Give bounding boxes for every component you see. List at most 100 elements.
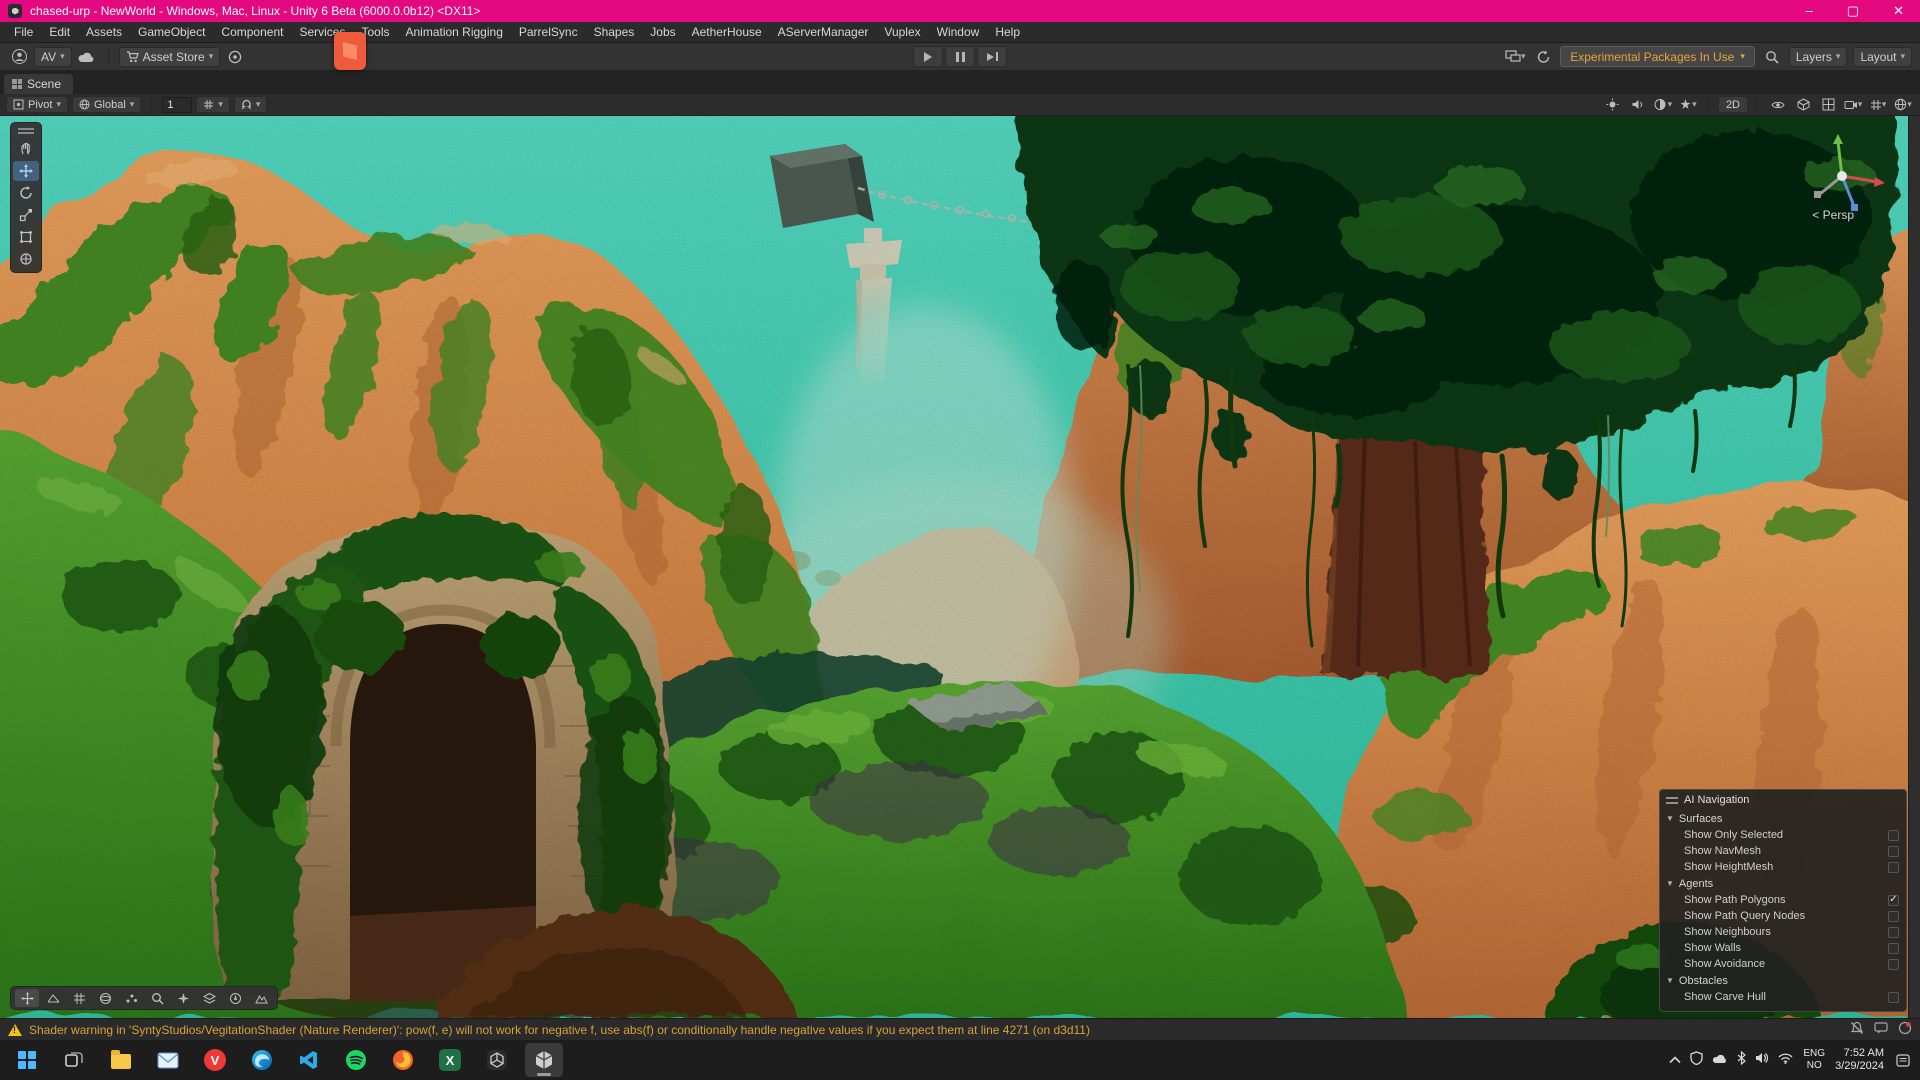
grid-snap-dropdown[interactable]: ▾ xyxy=(196,96,230,113)
shading-mode-icon[interactable] xyxy=(1792,96,1814,113)
zoom-icon[interactable] xyxy=(145,989,169,1007)
sphere-view-icon[interactable] xyxy=(93,989,117,1007)
menu-edit[interactable]: Edit xyxy=(41,22,78,43)
toggle-show-navmesh[interactable]: Show NavMesh xyxy=(1660,843,1906,859)
toggle-show-avoidance[interactable]: Show Avoidance xyxy=(1660,956,1906,972)
file-explorer-icon[interactable] xyxy=(102,1043,140,1077)
checkbox[interactable] xyxy=(1888,959,1899,970)
panel-drag-handle[interactable] xyxy=(1666,797,1678,804)
firefox-icon[interactable] xyxy=(384,1043,422,1077)
vivaldi-browser-icon[interactable]: V xyxy=(196,1043,234,1077)
menu-aservermanager[interactable]: AServerManager xyxy=(770,22,877,43)
checkbox[interactable] xyxy=(1888,846,1899,857)
scene-globe-dropdown[interactable]: ▾ xyxy=(1892,96,1914,113)
checkbox[interactable] xyxy=(1888,911,1899,922)
move-tool[interactable] xyxy=(13,161,39,181)
search-icon[interactable] xyxy=(1761,47,1783,67)
toggle-show-heightmesh[interactable]: Show HeightMesh xyxy=(1660,859,1906,875)
console-messages-icon[interactable] xyxy=(1874,1022,1888,1037)
clock[interactable]: 7:52 AM 3/29/2024 xyxy=(1835,1047,1884,1073)
pan-mode-icon[interactable] xyxy=(15,989,39,1007)
menu-parrelsync[interactable]: ParrelSync xyxy=(511,22,586,43)
play-button[interactable] xyxy=(913,46,943,67)
rotate-tool[interactable] xyxy=(13,183,39,203)
scene-lighting-icon[interactable] xyxy=(1602,96,1624,113)
menu-gameobject[interactable]: GameObject xyxy=(130,22,213,43)
global-dropdown[interactable]: Global▾ xyxy=(72,96,141,113)
checkbox[interactable] xyxy=(1888,862,1899,873)
transform-tool[interactable] xyxy=(13,249,39,269)
maximize-button[interactable]: ▢ xyxy=(1847,0,1859,22)
unity-hub-icon[interactable] xyxy=(478,1043,516,1077)
menu-component[interactable]: Component xyxy=(213,22,291,43)
step-button[interactable] xyxy=(977,46,1007,67)
menu-file[interactable]: File xyxy=(6,22,41,43)
menu-aetherhouse[interactable]: AetherHouse xyxy=(684,22,770,43)
foldout-arrow-icon[interactable]: ▼ xyxy=(1666,879,1674,888)
gizmo-perspective-label[interactable]: < Persp xyxy=(1812,208,1854,222)
toggle-2d-button[interactable]: 2D xyxy=(1718,96,1748,113)
language-indicator[interactable]: ENGNO xyxy=(1803,1048,1825,1072)
menu-assets[interactable]: Assets xyxy=(78,22,130,43)
mute-notifications-icon[interactable] xyxy=(1850,1021,1864,1038)
checkbox[interactable] xyxy=(1888,927,1899,938)
compass-icon[interactable] xyxy=(223,989,247,1007)
notification-center-icon[interactable] xyxy=(1894,1048,1912,1072)
account-icon[interactable] xyxy=(8,47,30,67)
section-obstacles[interactable]: ▼ Obstacles xyxy=(1660,972,1906,989)
menu-vuplex[interactable]: Vuplex xyxy=(876,22,928,43)
particles-icon[interactable] xyxy=(119,989,143,1007)
wireframe-icon[interactable] xyxy=(1817,96,1839,113)
pause-button[interactable] xyxy=(945,46,975,67)
checkbox[interactable] xyxy=(1888,992,1899,1003)
record-target-icon[interactable] xyxy=(224,47,246,67)
toggle-show-path-query-nodes[interactable]: Show Path Query Nodes xyxy=(1660,908,1906,924)
console-activity-icon[interactable] xyxy=(1898,1021,1912,1038)
minimize-button[interactable]: – xyxy=(1806,0,1813,22)
foldout-arrow-icon[interactable]: ▼ xyxy=(1666,814,1674,823)
experimental-packages-button[interactable]: Experimental Packages In Use▾ xyxy=(1560,46,1755,67)
close-button[interactable]: ✕ xyxy=(1893,0,1904,22)
snap-grid-icon[interactable] xyxy=(67,989,91,1007)
scene-effects-dropdown[interactable]: ▾ xyxy=(1677,96,1699,113)
snap-increment-dropdown[interactable]: ▾ xyxy=(234,96,268,113)
tray-wifi-icon[interactable] xyxy=(1778,1051,1793,1069)
account-dropdown[interactable]: AV▾ xyxy=(34,47,72,67)
checkbox[interactable] xyxy=(1888,943,1899,954)
scene-fx-icon[interactable]: ▾ xyxy=(1652,96,1674,113)
layout-dropdown[interactable]: Layout▾ xyxy=(1853,47,1912,67)
tray-bluetooth-icon[interactable] xyxy=(1737,1051,1746,1070)
grid-visibility-dropdown[interactable]: ▾ xyxy=(1867,96,1889,113)
grid-size-field[interactable] xyxy=(162,97,192,113)
mail-app-icon[interactable] xyxy=(149,1043,187,1077)
tray-expand-chevron[interactable] xyxy=(1669,1051,1681,1069)
task-view-button[interactable] xyxy=(55,1043,93,1077)
status-bar[interactable]: Shader warning in 'SyntyStudios/Vegitati… xyxy=(0,1018,1920,1040)
undo-history-icon[interactable] xyxy=(1532,47,1554,67)
menu-jobs[interactable]: Jobs xyxy=(642,22,683,43)
scale-tool[interactable] xyxy=(13,205,39,225)
toggle-show-carve-hull[interactable]: Show Carve Hull xyxy=(1660,989,1906,1005)
rect-tool[interactable] xyxy=(13,227,39,247)
view-hand-tool[interactable] xyxy=(13,139,39,159)
tray-onedrive-icon[interactable] xyxy=(1712,1051,1728,1069)
start-button[interactable] xyxy=(8,1043,46,1077)
menu-window[interactable]: Window xyxy=(929,22,988,43)
scene-viewport[interactable]: < Persp AI Navigation ▼ Surfaces Show On… xyxy=(0,116,1920,1018)
tab-scene[interactable]: Scene xyxy=(4,74,73,94)
toggle-show-path-polygons[interactable]: Show Path Polygons xyxy=(1660,892,1906,908)
checkbox[interactable] xyxy=(1888,830,1899,841)
layers-overlay-icon[interactable] xyxy=(197,989,221,1007)
multiplay-displays-icon[interactable]: ▾ xyxy=(1504,47,1526,67)
section-agents[interactable]: ▼ Agents xyxy=(1660,875,1906,892)
overlay-drag-handle[interactable] xyxy=(18,128,34,134)
foldout-arrow-icon[interactable]: ▼ xyxy=(1666,976,1674,985)
asset-store-button[interactable]: Asset Store▾ xyxy=(119,47,221,67)
console-warning-text[interactable]: Shader warning in 'SyntyStudios/Vegitati… xyxy=(29,1023,1090,1037)
edge-browser-icon[interactable] xyxy=(243,1043,281,1077)
section-surfaces[interactable]: ▼ Surfaces xyxy=(1660,810,1906,827)
toggle-show-walls[interactable]: Show Walls xyxy=(1660,940,1906,956)
tray-shield-icon[interactable] xyxy=(1690,1051,1703,1070)
scene-audio-icon[interactable] xyxy=(1627,96,1649,113)
terrain-overlay-icon[interactable] xyxy=(249,989,273,1007)
